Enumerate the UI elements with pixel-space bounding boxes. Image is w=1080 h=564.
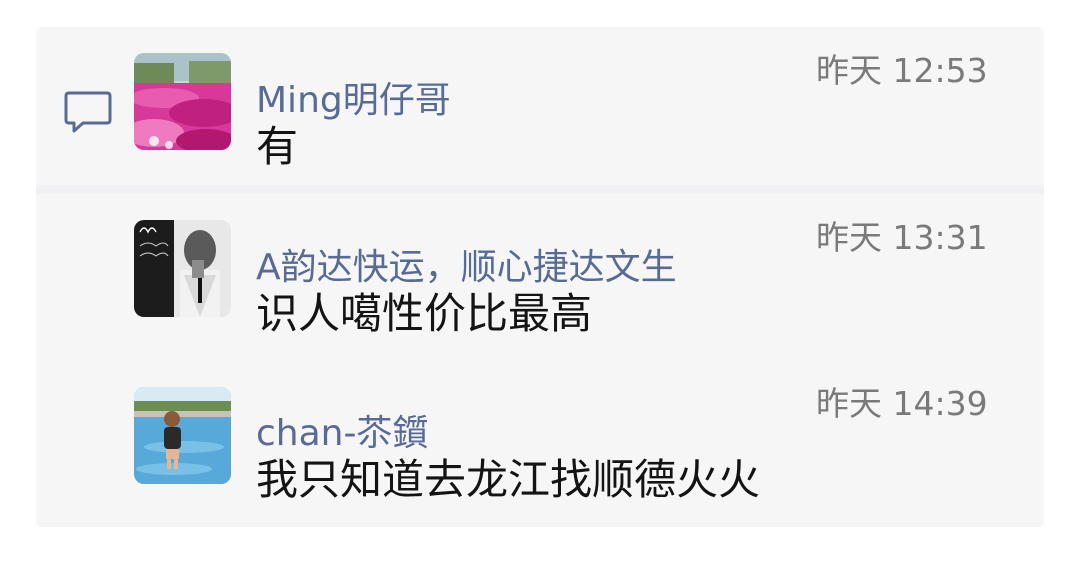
comment-item[interactable]: A韵达快运，顺心捷达文生 昨天 13:31 识人噶性价比最高 (36, 194, 1044, 338)
comment-text: 识人噶性价比最高 (256, 289, 593, 338)
comment-author[interactable]: A韵达快运，顺心捷达文生 (256, 244, 677, 292)
comment-text: 我只知道去龙江找顺德火火 (256, 455, 761, 504)
avatar[interactable] (134, 53, 231, 150)
comments-panel: Ming明仔哥 昨天 12:53 有 A韵达快运，顺心捷达文生 昨天 13:31… (36, 27, 1044, 527)
comment-time: 昨天 12:53 (816, 51, 988, 90)
comment-author[interactable]: Ming明仔哥 (256, 77, 451, 125)
comment-text: 有 (256, 122, 299, 171)
avatar[interactable] (134, 220, 231, 317)
comment-item[interactable]: chan-苶鑕 昨天 14:39 我只知道去龙江找顺德火火 (36, 360, 1044, 504)
comment-time: 昨天 14:39 (816, 384, 988, 423)
comment-time: 昨天 13:31 (816, 218, 988, 257)
divider (36, 185, 1044, 194)
comment-item[interactable]: Ming明仔哥 昨天 12:53 有 (36, 27, 1044, 171)
avatar[interactable] (134, 387, 231, 484)
comment-author[interactable]: chan-苶鑕 (256, 410, 428, 458)
